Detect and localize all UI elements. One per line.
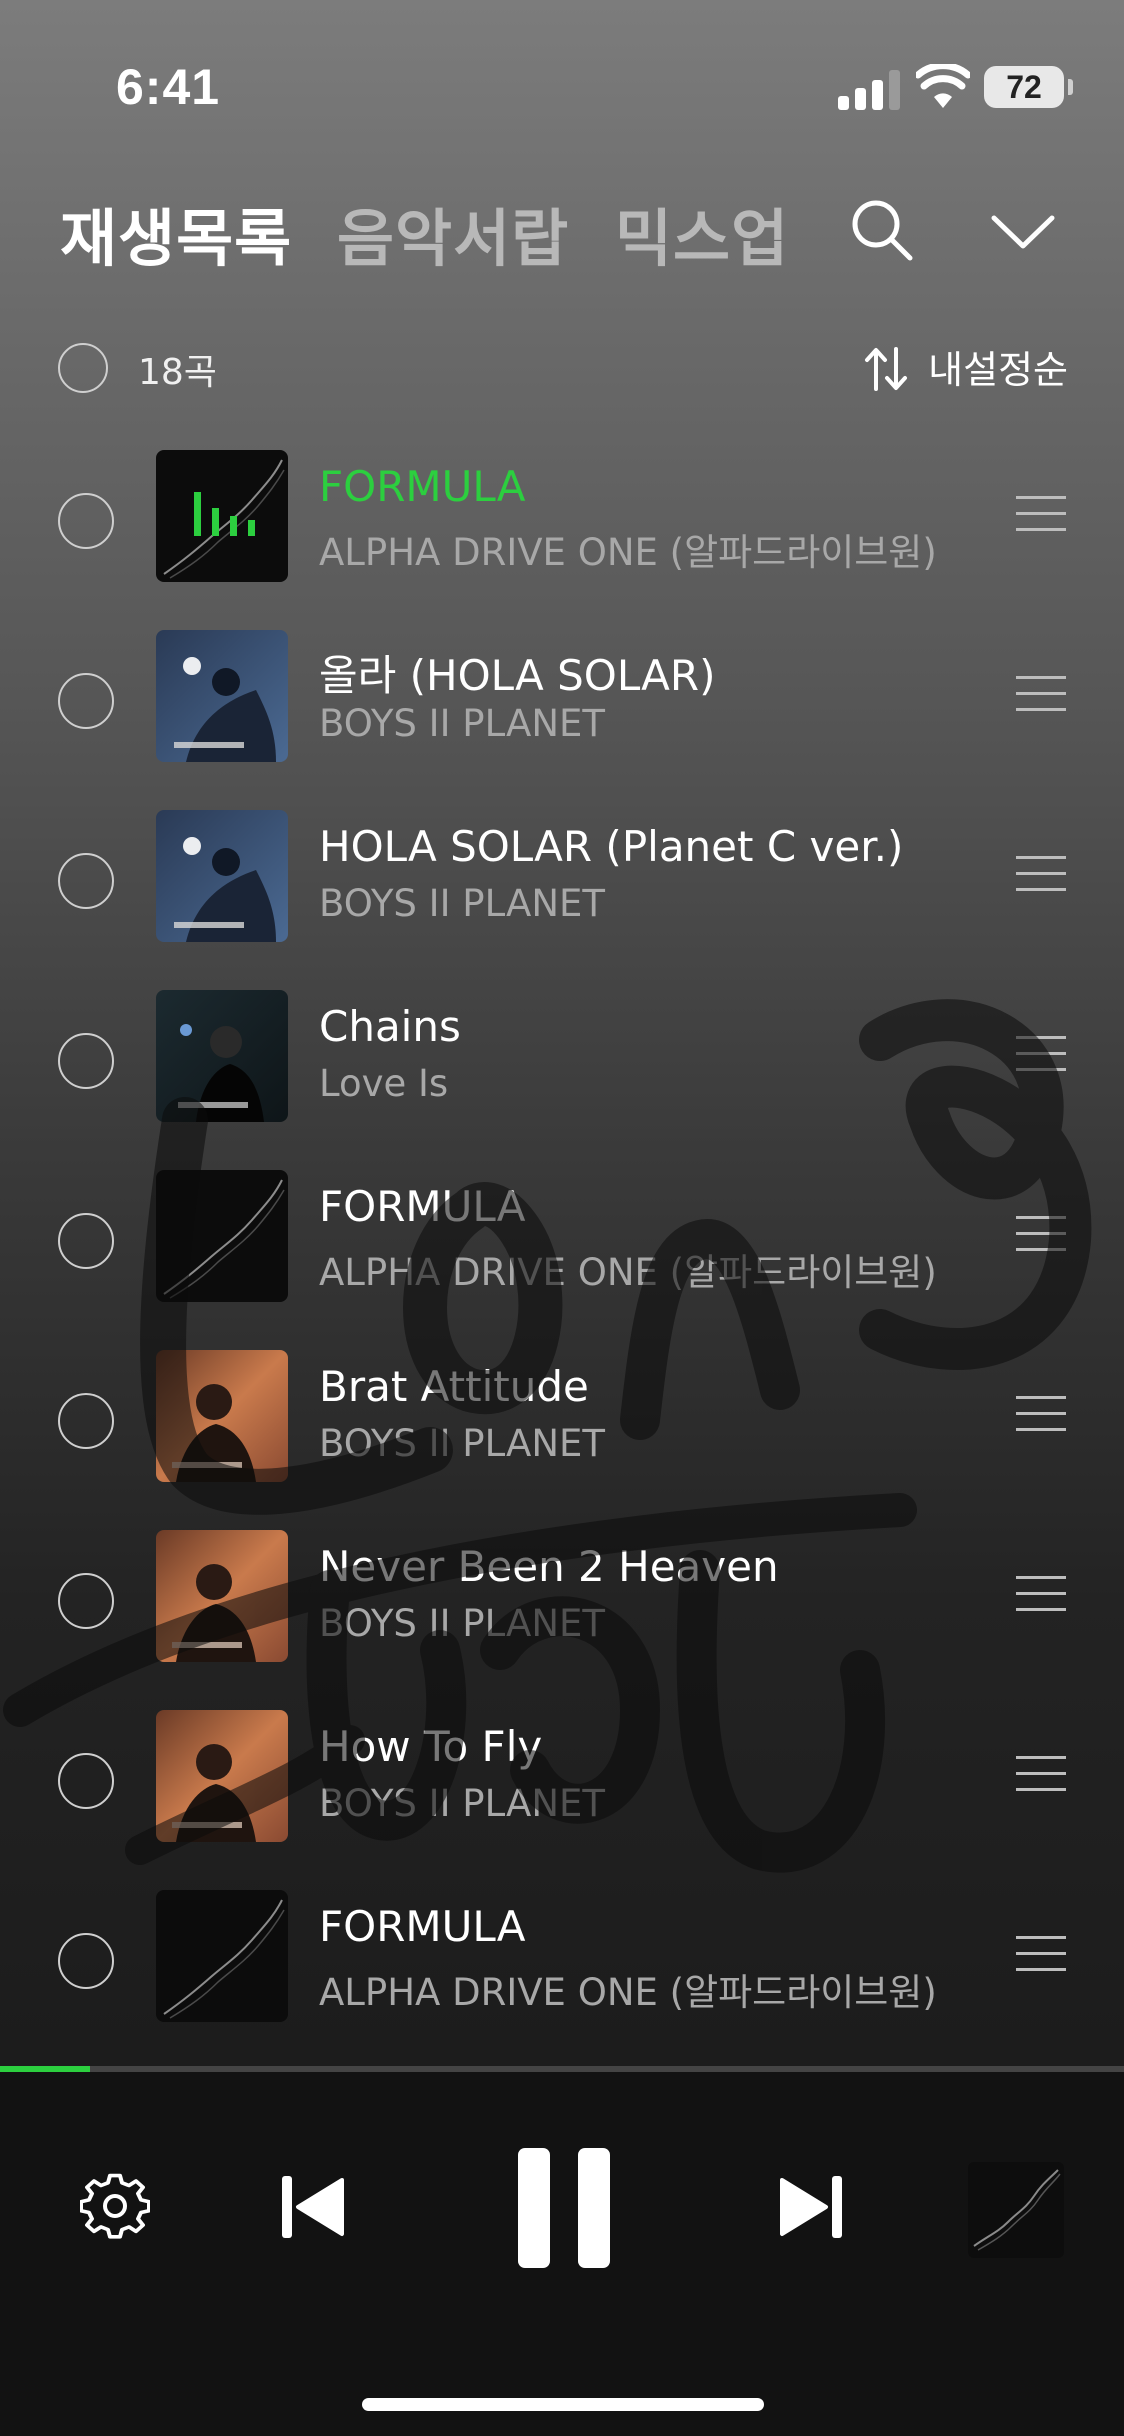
album-art	[156, 1890, 288, 2022]
track-title: Brat Attitude	[319, 1362, 589, 1411]
track-artist: BOYS II PLANET	[319, 702, 606, 745]
track-title: Chains	[319, 1002, 461, 1051]
track-artist: BOYS II PLANET	[319, 1782, 606, 1825]
album-art	[156, 1530, 288, 1662]
search-icon[interactable]	[846, 194, 918, 266]
track-select-checkbox[interactable]	[58, 1033, 114, 1089]
drag-handle-icon[interactable]	[1016, 1576, 1066, 1614]
drag-handle-icon[interactable]	[1016, 1756, 1066, 1794]
cellular-signal-icon	[838, 70, 900, 110]
track-artist: Love Is	[319, 1062, 449, 1105]
track-artist: ALPHA DRIVE ONE (알파드라이브원)	[319, 1971, 937, 2014]
track-title: FORMULA	[319, 462, 526, 511]
track-select-checkbox[interactable]	[58, 1573, 114, 1629]
album-art	[156, 1170, 288, 1302]
track-row[interactable]: HOLA SOLAR (Planet C ver.) BOYS II PLANET	[0, 800, 1124, 980]
settings-icon[interactable]	[80, 2172, 150, 2242]
track-title: FORMULA	[319, 1902, 526, 1951]
track-title: HOLA SOLAR (Planet C ver.)	[319, 822, 904, 871]
track-list: FORMULA ALPHA DRIVE ONE (알파드라이브원) 올라 (HOLA…	[0, 440, 1124, 2060]
album-art	[156, 1350, 288, 1482]
battery-level: 72	[1006, 69, 1042, 105]
track-title: How To Fly	[319, 1722, 543, 1771]
track-select-checkbox[interactable]	[58, 1393, 114, 1449]
list-toolbar: 18곡 내설정순	[58, 335, 1068, 405]
track-select-checkbox[interactable]	[58, 673, 114, 729]
tab-music-drawer[interactable]: 음악서랍	[337, 188, 569, 278]
track-artist: BOYS II PLANET	[319, 1422, 606, 1465]
track-row[interactable]: FORMULA ALPHA DRIVE ONE (알파드라이브원)	[0, 1160, 1124, 1340]
album-art	[156, 990, 288, 1122]
track-row[interactable]: Brat Attitude BOYS II PLANET	[0, 1340, 1124, 1520]
now-playing-album-art[interactable]	[968, 2162, 1064, 2258]
track-title: FORMULA	[319, 1182, 526, 1231]
drag-handle-icon[interactable]	[1016, 496, 1066, 534]
track-title: 올라 (HOLA SOLAR)	[319, 651, 716, 700]
wifi-icon	[916, 64, 970, 108]
home-indicator[interactable]	[362, 2398, 764, 2411]
track-artist: ALPHA DRIVE ONE (알파드라이브원)	[319, 531, 937, 574]
track-title: Never Been 2 Heaven	[319, 1542, 779, 1591]
status-time: 6:41	[116, 59, 221, 115]
track-row[interactable]: 올라 (HOLA SOLAR) BOYS II PLANET	[0, 620, 1124, 800]
track-select-checkbox[interactable]	[58, 1933, 114, 1989]
track-select-checkbox[interactable]	[58, 1753, 114, 1809]
player-bar	[0, 2072, 1124, 2436]
select-all-checkbox[interactable]	[58, 343, 108, 393]
tab-playlist[interactable]: 재생목록	[60, 188, 292, 278]
status-bar: 6:41 72	[0, 0, 1124, 170]
battery-icon: 72	[984, 66, 1073, 108]
drag-handle-icon[interactable]	[1016, 1036, 1066, 1074]
album-art	[156, 1710, 288, 1842]
header: 재생목록 음악서랍 믹스업	[60, 180, 1070, 280]
drag-handle-icon[interactable]	[1016, 676, 1066, 714]
album-art	[156, 630, 288, 762]
track-row[interactable]: Chains Love Is	[0, 980, 1124, 1160]
track-count: 18곡	[138, 352, 217, 393]
previous-icon[interactable]	[280, 2172, 346, 2242]
track-select-checkbox[interactable]	[58, 853, 114, 909]
drag-handle-icon[interactable]	[1016, 1396, 1066, 1434]
track-row[interactable]: FORMULA ALPHA DRIVE ONE (알파드라이브원)	[0, 1880, 1124, 2060]
album-art	[156, 450, 288, 582]
screen: 6:41 72 재생목록 음악서랍 믹스업 18곡 내설정순 FORMULA A…	[0, 0, 1124, 2436]
track-row[interactable]: FORMULA ALPHA DRIVE ONE (알파드라이브원)	[0, 440, 1124, 620]
drag-handle-icon[interactable]	[1016, 856, 1066, 894]
track-artist: BOYS II PLANET	[319, 1602, 606, 1645]
next-icon[interactable]	[778, 2172, 844, 2242]
track-artist: ALPHA DRIVE ONE (알파드라이브원)	[319, 1251, 937, 1294]
pause-icon[interactable]	[518, 2148, 610, 2268]
track-artist: BOYS II PLANET	[319, 882, 606, 925]
drag-handle-icon[interactable]	[1016, 1936, 1066, 1974]
chevron-down-icon[interactable]	[988, 202, 1058, 258]
track-row[interactable]: How To Fly BOYS II PLANET	[0, 1700, 1124, 1880]
track-select-checkbox[interactable]	[58, 493, 114, 549]
track-select-checkbox[interactable]	[58, 1213, 114, 1269]
album-art	[156, 810, 288, 942]
sort-arrows-icon[interactable]	[864, 345, 908, 393]
drag-handle-icon[interactable]	[1016, 1216, 1066, 1254]
sort-button[interactable]: 내설정순	[928, 339, 1068, 394]
track-row[interactable]: Never Been 2 Heaven BOYS II PLANET	[0, 1520, 1124, 1700]
tab-mixup[interactable]: 믹스업	[615, 188, 789, 278]
